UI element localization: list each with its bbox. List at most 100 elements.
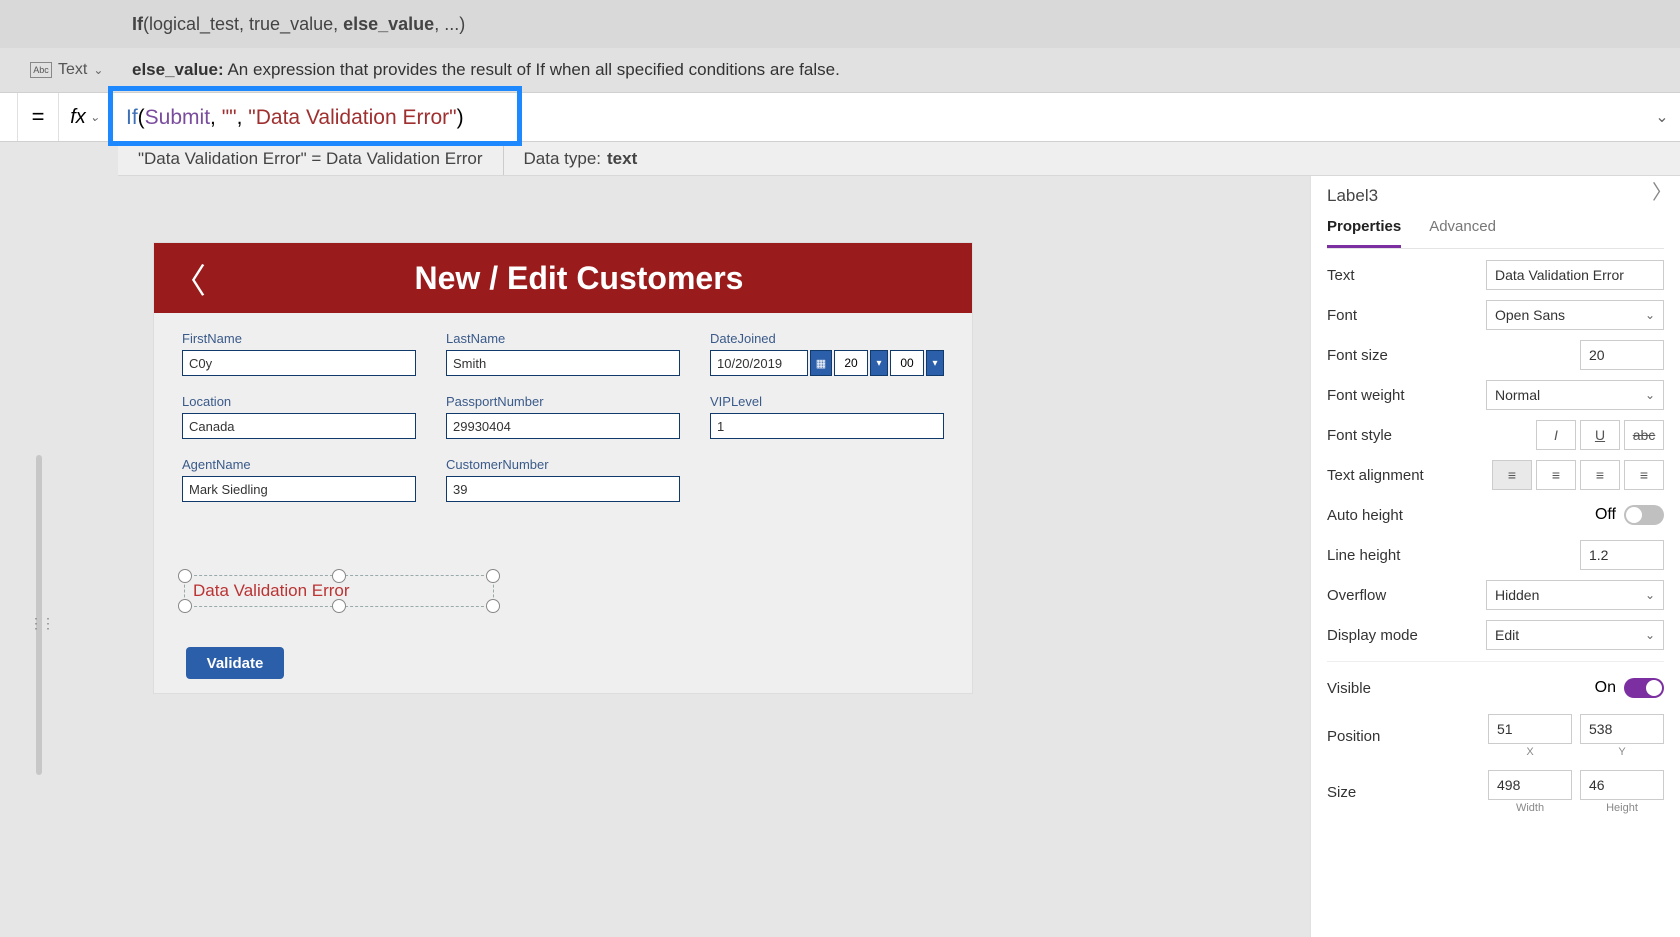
input-agentname[interactable] xyxy=(182,476,416,502)
prop-label: Font size xyxy=(1327,347,1388,364)
prop-label: Size xyxy=(1327,784,1356,801)
sig-args1: (logical_test, true_value, xyxy=(143,14,343,34)
field-location: Location xyxy=(182,394,416,439)
input-lastname[interactable] xyxy=(446,350,680,376)
prop-fontweight-select[interactable]: Normal ⌄ xyxy=(1486,380,1664,410)
tab-advanced[interactable]: Advanced xyxy=(1429,212,1496,248)
tok-var: Submit xyxy=(145,106,210,129)
label-passport: PassportNumber xyxy=(446,394,680,409)
visible-toggle[interactable]: On xyxy=(1595,678,1664,698)
fontstyle-buttons: I U abc xyxy=(1536,420,1664,450)
input-passport[interactable] xyxy=(446,413,680,439)
back-arrow-icon[interactable]: 〈 xyxy=(172,254,204,303)
prop-label: Display mode xyxy=(1327,627,1418,644)
eval-dtype-value: text xyxy=(607,149,637,169)
align-right-button[interactable]: ≡ xyxy=(1580,460,1620,490)
position-y-label: Y xyxy=(1618,746,1625,758)
position-x-input[interactable] xyxy=(1488,714,1572,744)
underline-button[interactable]: U xyxy=(1580,420,1620,450)
prop-label: Visible xyxy=(1327,680,1371,697)
input-viplevel[interactable] xyxy=(710,413,944,439)
eval-expression: "Data Validation Error" = Data Validatio… xyxy=(118,142,504,175)
field-firstname: FirstName xyxy=(182,331,416,376)
prop-value: Open Sans xyxy=(1495,307,1565,323)
prop-fontweight: Font weight Normal ⌄ xyxy=(1327,375,1664,415)
prop-font-select[interactable]: Open Sans ⌄ xyxy=(1486,300,1664,330)
size-width-label: Width xyxy=(1516,802,1544,814)
resize-handle[interactable] xyxy=(486,569,500,583)
resize-handle[interactable] xyxy=(486,599,500,613)
field-customernumber: CustomerNumber xyxy=(446,457,680,502)
tab-properties[interactable]: Properties xyxy=(1327,212,1401,248)
chevron-down-icon[interactable]: ▾ xyxy=(870,350,888,376)
input-customernumber[interactable] xyxy=(446,476,680,502)
prop-overflow-select[interactable]: Hidden ⌄ xyxy=(1486,580,1664,610)
formula-bar: = fx ⌄ If(Submit, "", "Data Validation E… xyxy=(0,92,1680,142)
prop-visible: Visible On xyxy=(1327,668,1664,708)
panel-collapse-arrow-icon[interactable]: 〉 xyxy=(1652,176,1672,205)
validate-button[interactable]: Validate xyxy=(186,647,284,679)
prop-lineheight: Line height xyxy=(1327,535,1664,575)
align-justify-button[interactable]: ≡ xyxy=(1624,460,1664,490)
hour-select[interactable]: 20 xyxy=(834,350,868,376)
prop-fontsize: Font size xyxy=(1327,335,1664,375)
align-center-button[interactable]: ≡ xyxy=(1536,460,1576,490)
label-agentname: AgentName xyxy=(182,457,416,472)
help-param: else_value: xyxy=(132,60,224,79)
prop-lineheight-input[interactable] xyxy=(1580,540,1664,570)
chevron-down-icon[interactable]: ▾ xyxy=(926,350,944,376)
format-text-selector[interactable]: Abc Text ⌄ xyxy=(30,48,103,92)
input-location[interactable] xyxy=(182,413,416,439)
signature-text: If(logical_test, true_value, else_value,… xyxy=(0,14,465,35)
prop-label: Text xyxy=(1327,267,1355,284)
property-selector-stub[interactable] xyxy=(0,93,18,141)
panel-drag-handle[interactable]: ⋮⋮ xyxy=(29,615,53,632)
size-height-input[interactable] xyxy=(1580,770,1664,800)
prop-label: Auto height xyxy=(1327,507,1403,524)
prop-value: Edit xyxy=(1495,627,1519,643)
tok-open: ( xyxy=(138,106,145,129)
prop-displaymode-select[interactable]: Edit ⌄ xyxy=(1486,620,1664,650)
label-lastname: LastName xyxy=(446,331,680,346)
prop-fontstyle: Font style I U abc xyxy=(1327,415,1664,455)
selected-label-control[interactable]: Data Validation Error xyxy=(184,575,494,607)
label-viplevel: VIPLevel xyxy=(710,394,944,409)
tok-str1: "" xyxy=(222,106,237,129)
canvas-area[interactable]: ⋮⋮ 〈 New / Edit Customers FirstName Last… xyxy=(24,185,1074,925)
autoheight-toggle[interactable]: Off xyxy=(1595,505,1664,525)
sig-fn: If xyxy=(132,14,143,34)
size-width-input[interactable] xyxy=(1488,770,1572,800)
prop-overflow: Overflow Hidden ⌄ xyxy=(1327,575,1664,615)
field-passport: PassportNumber xyxy=(446,394,680,439)
fx-button[interactable]: fx ⌄ xyxy=(58,93,112,141)
resize-handle[interactable] xyxy=(178,569,192,583)
minute-select[interactable]: 00 xyxy=(890,350,924,376)
selected-control-name: Label3 xyxy=(1327,186,1664,206)
expand-formula-bar[interactable]: ⌄ xyxy=(1644,107,1680,127)
label-customernumber: CustomerNumber xyxy=(446,457,680,472)
calendar-icon[interactable]: ▦ xyxy=(810,350,832,376)
input-firstname[interactable] xyxy=(182,350,416,376)
strikethrough-button[interactable]: abc xyxy=(1624,420,1664,450)
resize-handle[interactable] xyxy=(332,569,346,583)
prop-value: Hidden xyxy=(1495,587,1539,603)
tok-str2: "Data Validation Error" xyxy=(248,106,456,129)
prop-size: Size Width Height xyxy=(1327,764,1664,820)
prop-fontsize-input[interactable] xyxy=(1580,340,1664,370)
align-left-button[interactable]: ≡ xyxy=(1492,460,1532,490)
formula-input[interactable]: If(Submit, "", "Data Validation Error") xyxy=(112,105,1644,130)
resize-handle[interactable] xyxy=(178,599,192,613)
eval-dtype-label: Data type: xyxy=(524,149,602,169)
prop-text-input[interactable] xyxy=(1486,260,1664,290)
input-datejoined[interactable] xyxy=(710,350,808,376)
tok-fn: If xyxy=(126,106,138,129)
prop-label: Line height xyxy=(1327,547,1400,564)
tok-c1: , xyxy=(210,106,222,129)
resize-handle[interactable] xyxy=(332,599,346,613)
app-title: New / Edit Customers xyxy=(204,260,954,297)
param-help-bar: else_value: An expression that provides … xyxy=(0,48,1680,92)
position-y-input[interactable] xyxy=(1580,714,1664,744)
sig-args2: , ...) xyxy=(434,14,465,34)
italic-button[interactable]: I xyxy=(1536,420,1576,450)
prop-position: Position X Y xyxy=(1327,708,1664,764)
